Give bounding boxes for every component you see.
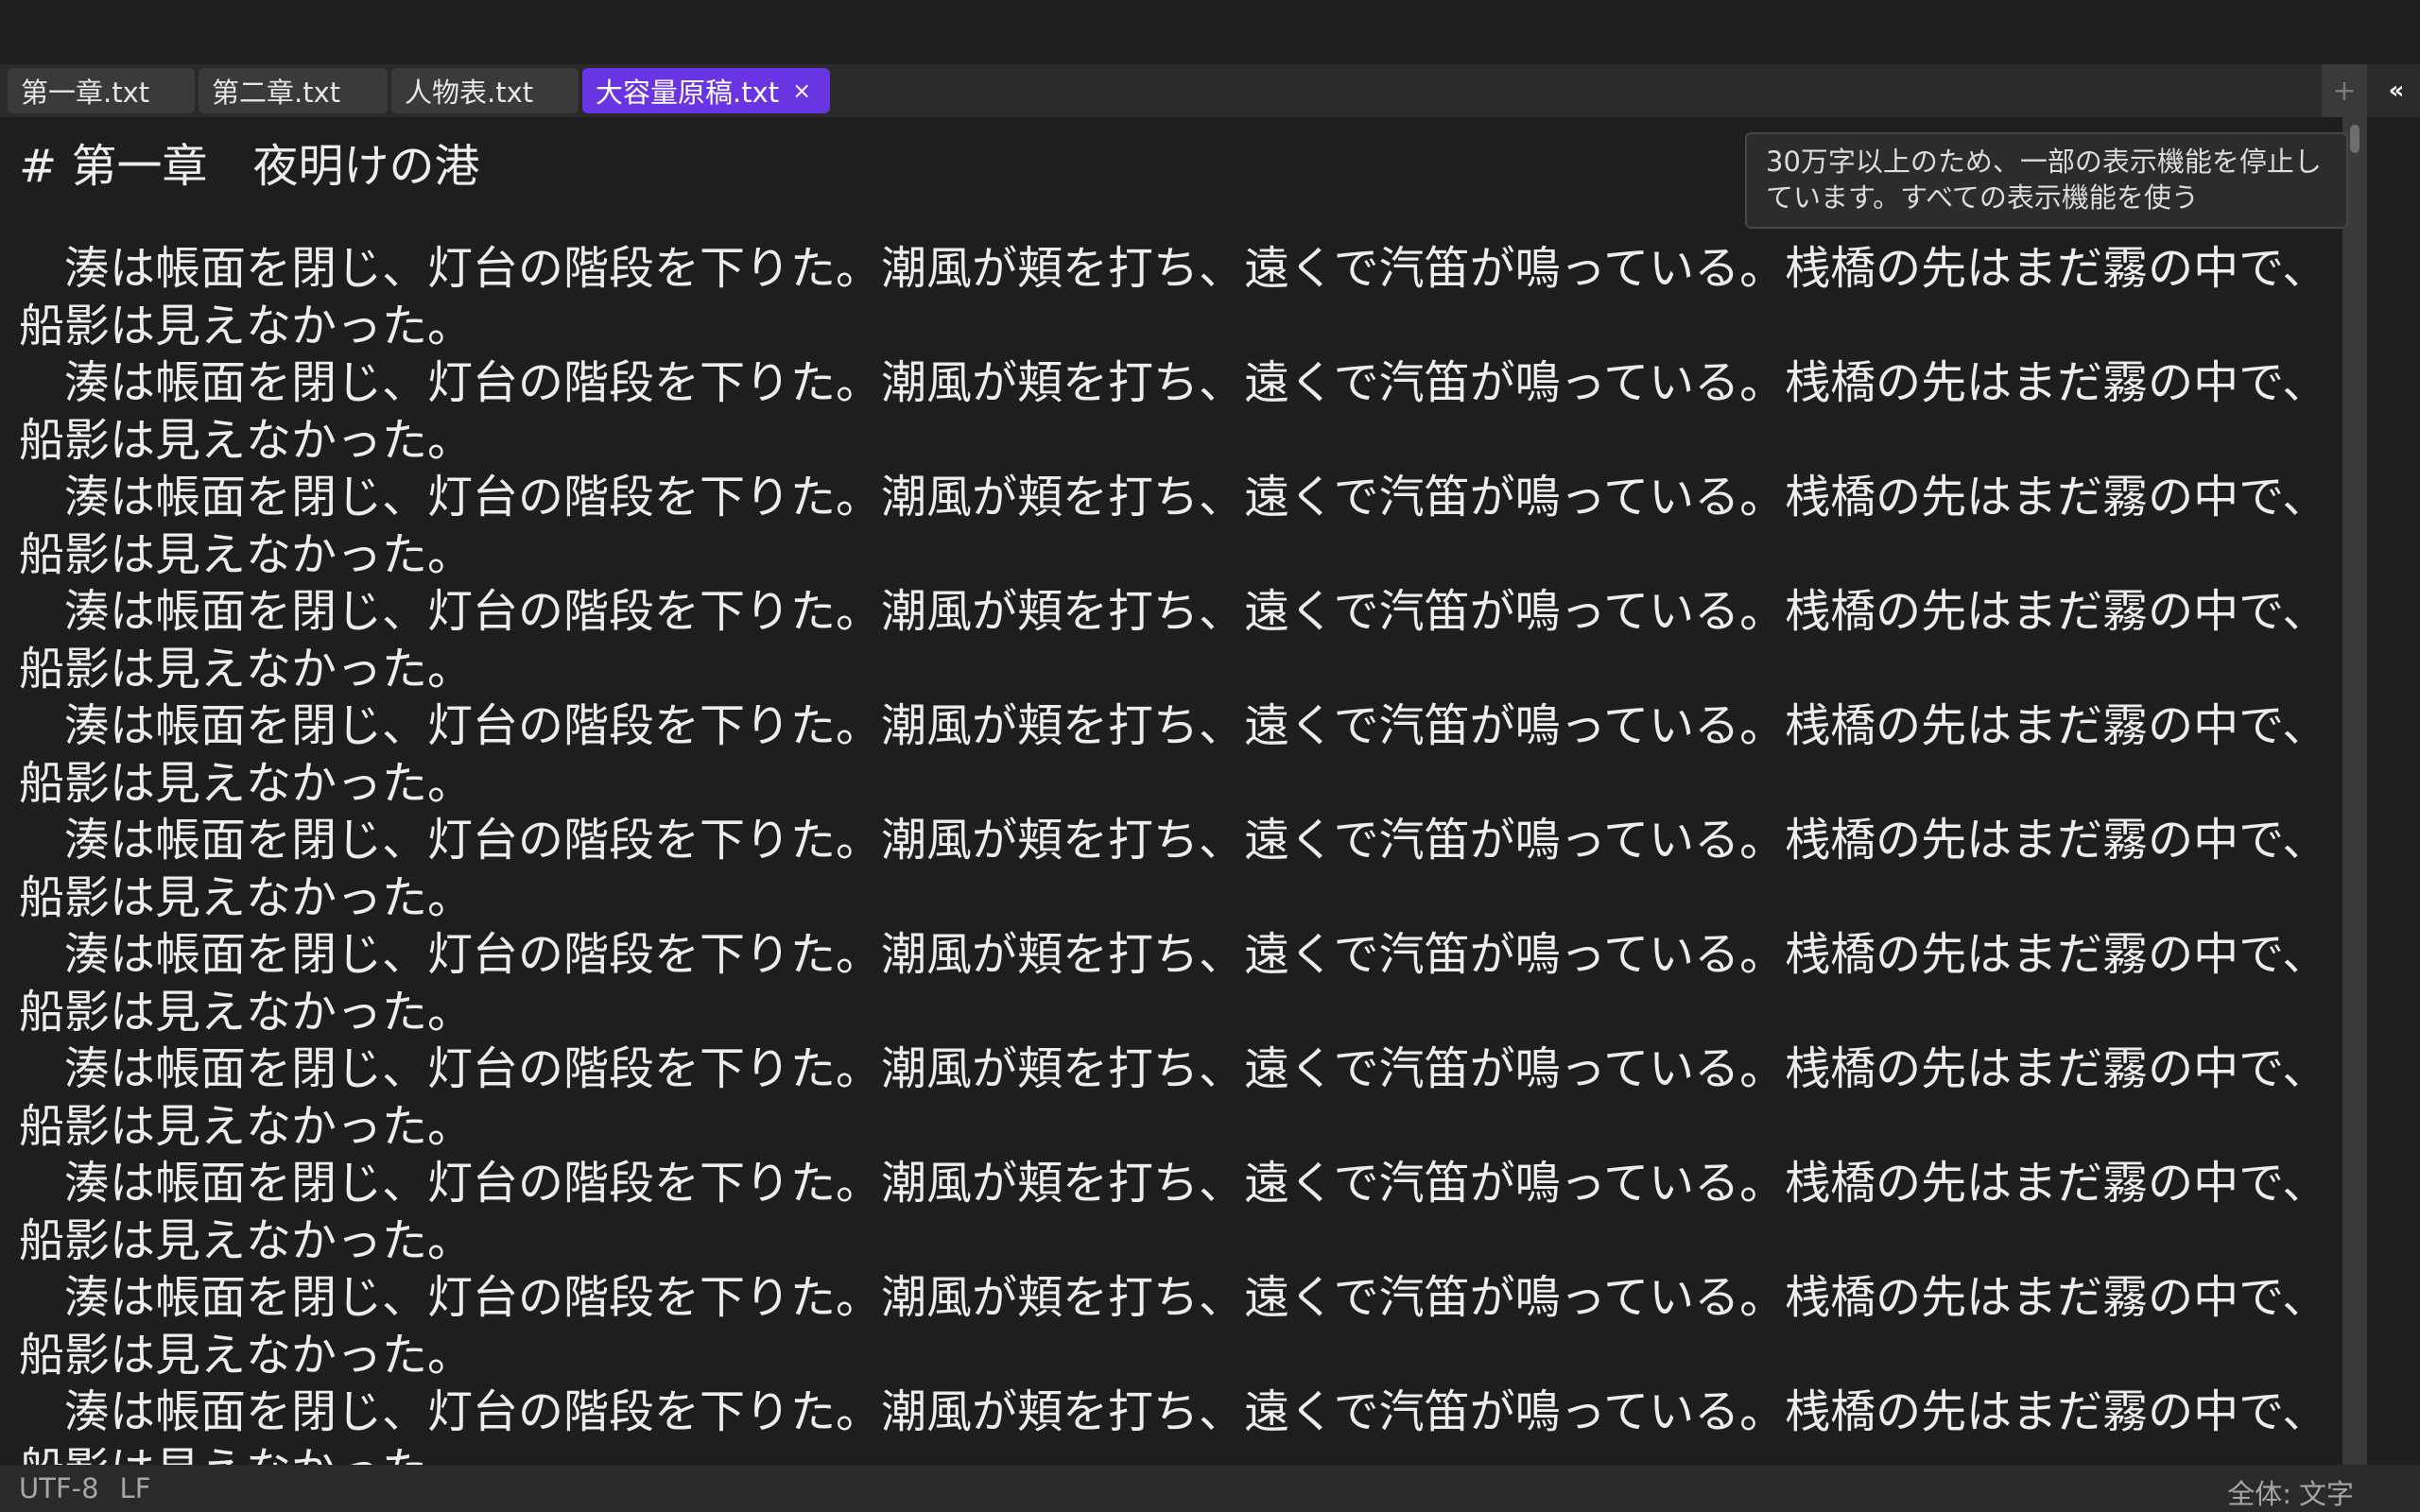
new-tab-button[interactable]: +	[2322, 64, 2367, 117]
paragraph: 湊は帳面を閉じ、灯台の階段を下りた。潮風が頬を打ち、遠くで汽笛が鳴っている。桟橋…	[19, 356, 2328, 467]
paragraph: 湊は帳面を閉じ、灯台の階段を下りた。潮風が頬を打ち、遠くで汽笛が鳴っている。桟橋…	[19, 928, 2328, 1039]
scrollbar-thumb[interactable]	[2350, 125, 2360, 153]
tab-chapter-2[interactable]: 第二章.txt	[199, 68, 388, 113]
plus-icon: +	[2332, 74, 2357, 108]
title-bar	[0, 0, 2420, 64]
line-ending-indicator[interactable]: LF	[120, 1472, 151, 1504]
paragraph: 湊は帳面を閉じ、灯台の階段を下りた。潮風が頬を打ち、遠くで汽笛が鳴っている。桟橋…	[19, 1042, 2328, 1153]
collapse-panel-button[interactable]: «	[2382, 64, 2411, 117]
encoding-indicator[interactable]: UTF-8	[19, 1472, 99, 1504]
paragraph: 湊は帳面を閉じ、灯台の階段を下りた。潮風が頬を打ち、遠くで汽笛が鳴っている。桟橋…	[19, 1385, 2328, 1465]
close-icon[interactable]: ×	[792, 77, 811, 104]
tab-character-list[interactable]: 人物表.txt	[391, 68, 579, 113]
text-editor[interactable]: # 第一章 夜明けの港 湊は帳面を閉じ、灯台の階段を下りた。潮風が頬を打ち、遠く…	[0, 117, 2342, 1465]
count-scope-label[interactable]: 全体:	[2227, 1478, 2291, 1510]
paragraph: 湊は帳面を閉じ、灯台の階段を下りた。潮風が頬を打ち、遠くで汽笛が鳴っている。桟橋…	[19, 699, 2328, 810]
tab-label: 第二章.txt	[212, 77, 341, 109]
double-chevron-left-icon: «	[2388, 77, 2405, 105]
status-bar: UTF-8 LF 全体: 文字	[0, 1465, 2420, 1512]
paragraph: 湊は帳面を閉じ、灯台の階段を下りた。潮風が頬を打ち、遠くで汽笛が鳴っている。桟橋…	[19, 471, 2328, 581]
paragraph: 湊は帳面を閉じ、灯台の階段を下りた。潮風が頬を打ち、遠くで汽笛が鳴っている。桟橋…	[19, 814, 2328, 924]
paragraph: 湊は帳面を閉じ、灯台の階段を下りた。潮風が頬を打ち、遠くで汽笛が鳴っている。桟橋…	[19, 585, 2328, 696]
performance-notice-tooltip: 30万字以上のため、一部の表示機能を停止しています。すべての表示機能を使う	[1745, 132, 2348, 229]
count-unit-label[interactable]: 文字	[2299, 1478, 2354, 1510]
side-panel-edge	[2367, 117, 2420, 1465]
tooltip-text: 30万字以上のため、一部の表示機能を停止しています。すべての表示機能を使う	[1766, 146, 2322, 214]
paragraph: 湊は帳面を閉じ、灯台の階段を下りた。潮風が頬を打ち、遠くで汽笛が鳴っている。桟橋…	[19, 1157, 2328, 1267]
paragraph: 湊は帳面を閉じ、灯台の階段を下りた。潮風が頬を打ち、遠くで汽笛が鳴っている。桟橋…	[19, 1271, 2328, 1382]
vertical-scrollbar[interactable]	[2342, 117, 2367, 1465]
tab-label: 第一章.txt	[21, 77, 150, 109]
tab-label: 人物表.txt	[405, 77, 534, 109]
tab-label: 大容量原稿.txt	[596, 77, 780, 109]
tab-chapter-1[interactable]: 第一章.txt	[8, 68, 195, 113]
tab-large-manuscript[interactable]: 大容量原稿.txt ×	[582, 68, 830, 113]
tab-bar: 第一章.txt 第二章.txt 人物表.txt 大容量原稿.txt × + «	[0, 64, 2420, 117]
paragraph: 湊は帳面を閉じ、灯台の階段を下りた。潮風が頬を打ち、遠くで汽笛が鳴っている。桟橋…	[19, 242, 2328, 352]
